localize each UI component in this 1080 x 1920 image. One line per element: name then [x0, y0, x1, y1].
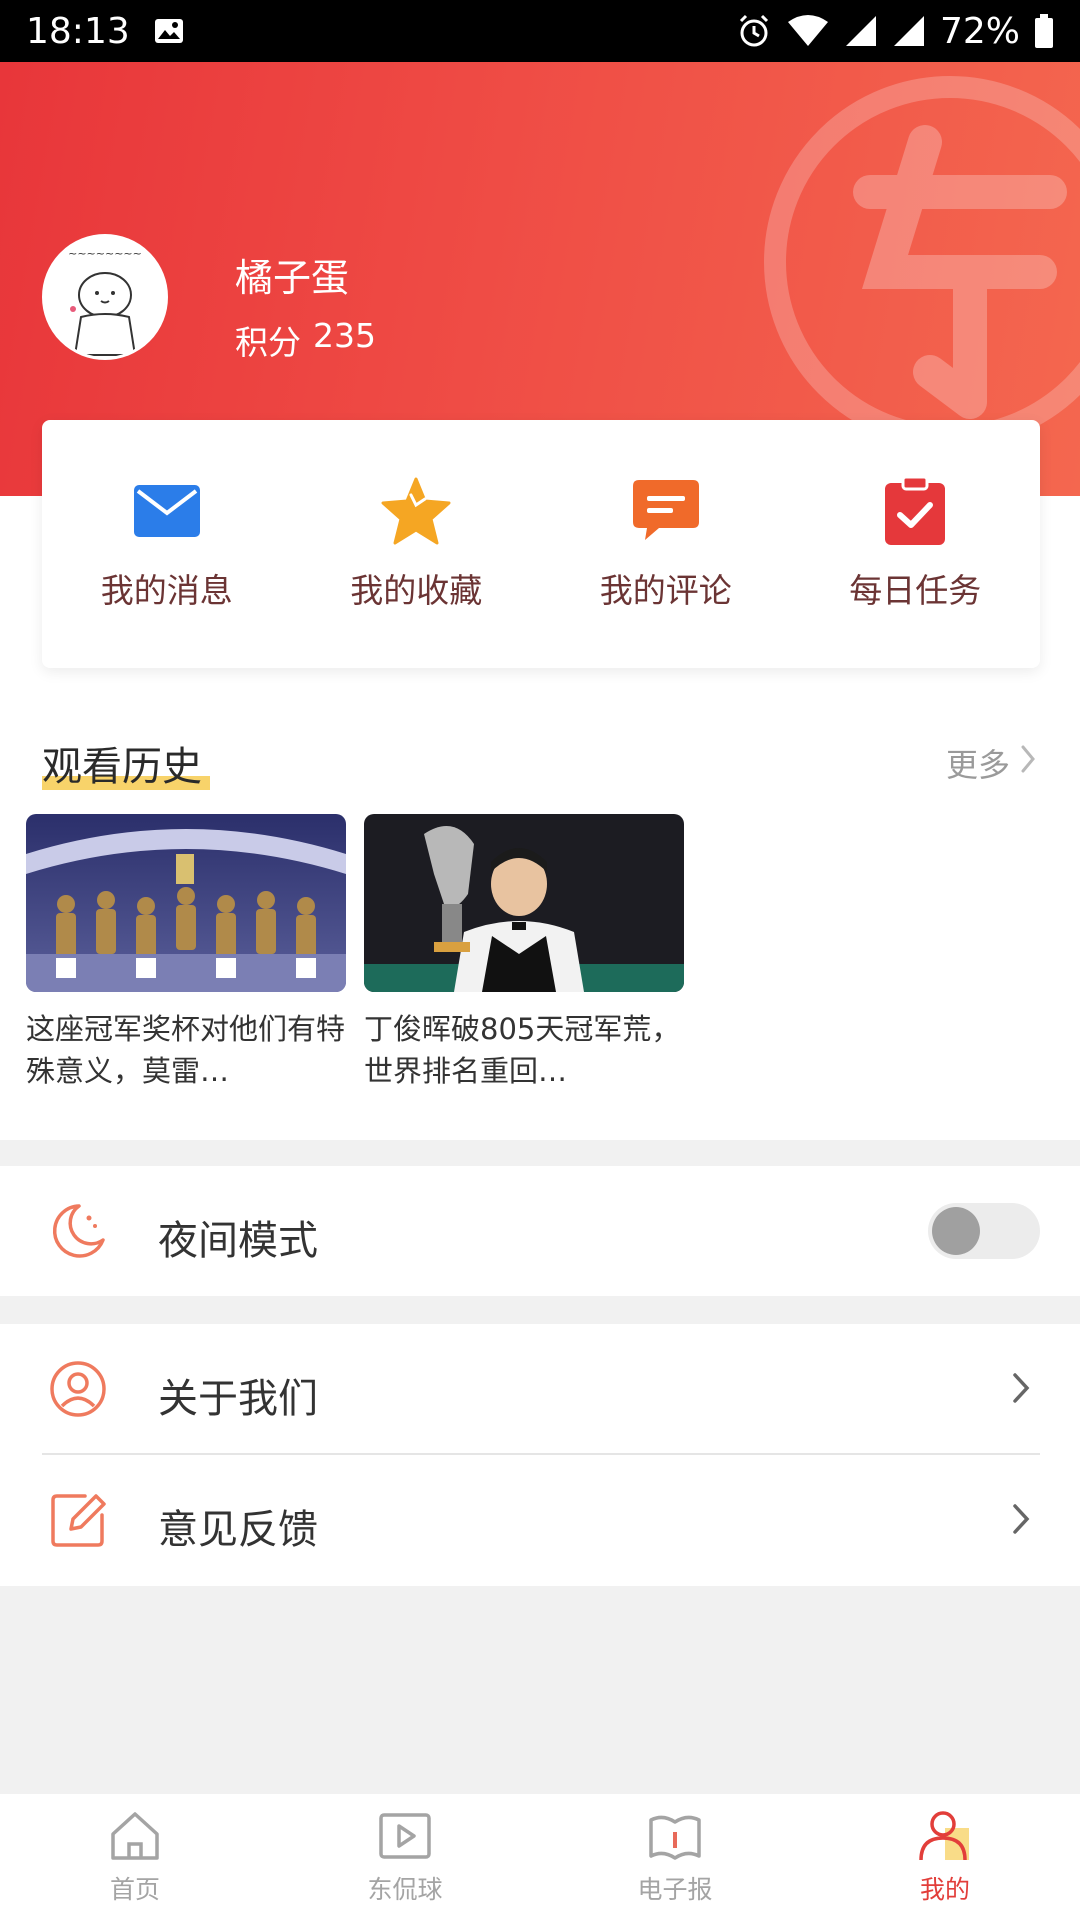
quick-action-label: 我的评论 — [599, 571, 732, 610]
image-notification-icon — [154, 18, 184, 44]
history-more-link[interactable]: 更多 — [946, 740, 1036, 786]
nav-video[interactable]: 东侃球 — [270, 1794, 540, 1920]
user-circle-icon — [48, 1359, 108, 1419]
history-thumbnail — [26, 814, 346, 992]
my-messages-button[interactable]: 我的消息 — [42, 420, 292, 668]
history-card-title: 丁俊晖破805天冠军荒，世界排名重回… — [364, 1012, 681, 1088]
feedback-row[interactable]: 意见反馈 — [0, 1455, 1080, 1585]
nav-epaper[interactable]: 电子报 — [540, 1794, 810, 1920]
my-comments-button[interactable]: 我的评论 — [541, 420, 791, 668]
history-thumbnail — [364, 814, 684, 992]
newspaper-icon — [647, 1808, 703, 1864]
points: 积分 235 — [235, 316, 376, 364]
my-favorites-button[interactable]: 我的收藏 — [292, 420, 542, 668]
nav-label: 首页 — [109, 1875, 160, 1904]
star-icon — [381, 476, 451, 546]
nav-home[interactable]: 首页 — [0, 1794, 270, 1920]
chevron-right-icon — [1012, 1372, 1030, 1408]
night-mode-row[interactable]: 夜间模式 — [0, 1166, 1080, 1296]
history-section-title: 观看历史 — [42, 734, 210, 792]
username: 橘子蛋 — [235, 256, 350, 300]
clipboard-check-icon — [880, 476, 950, 546]
battery-icon — [1034, 14, 1054, 48]
quick-action-label: 每日任务 — [849, 571, 982, 610]
chevron-right-icon — [1020, 744, 1036, 782]
status-bar: 18:13 72% — [0, 0, 1080, 62]
more-label: 更多 — [945, 746, 1010, 784]
signal-icon — [844, 14, 878, 48]
comment-icon — [631, 476, 701, 546]
history-card[interactable]: 这座冠军奖杯对他们有特殊意义，莫雷… — [26, 814, 346, 1092]
toggle-knob — [932, 1207, 980, 1255]
home-icon — [107, 1808, 163, 1864]
history-card[interactable]: 丁俊晖破805天冠军荒，世界排名重回… — [364, 814, 684, 1092]
quick-action-label: 我的收藏 — [350, 571, 483, 610]
history-card-title: 这座冠军奖杯对他们有特殊意义，莫雷… — [26, 1012, 346, 1088]
about-us-row[interactable]: 关于我们 — [0, 1324, 1080, 1454]
night-mode-label: 夜间模式 — [158, 1218, 318, 1264]
avatar[interactable]: ~~~~~~~~ — [42, 234, 168, 360]
daily-tasks-button[interactable]: 每日任务 — [791, 420, 1041, 668]
brand-watermark-icon — [764, 76, 1080, 448]
edit-icon — [48, 1490, 108, 1550]
nav-mine[interactable]: 我的 — [810, 1794, 1080, 1920]
bottom-nav: 首页 东侃球 电子报 我的 — [0, 1794, 1080, 1920]
alarm-icon — [736, 13, 772, 49]
play-video-icon — [377, 1808, 433, 1864]
quick-action-label: 我的消息 — [100, 571, 233, 610]
mail-icon — [132, 476, 202, 546]
points-label: 积分 — [235, 323, 301, 362]
quick-actions-card: 我的消息 我的收藏 我的评论 每日任务 — [42, 420, 1040, 668]
night-mode-toggle[interactable] — [928, 1203, 1040, 1259]
status-time: 18:13 — [26, 10, 130, 52]
moon-icon — [48, 1201, 108, 1261]
svg-text:~~~~~~~~: ~~~~~~~~ — [68, 247, 142, 260]
nav-label: 电子报 — [637, 1875, 713, 1904]
feedback-label: 意见反馈 — [158, 1507, 318, 1553]
nav-label: 东侃球 — [367, 1875, 443, 1904]
battery-percent: 72% — [939, 10, 1020, 52]
history-title: 观看历史 — [42, 744, 202, 790]
chevron-right-icon — [1012, 1503, 1030, 1539]
settings-group: 关于我们 意见反馈 — [0, 1324, 1080, 1586]
nav-label: 我的 — [919, 1875, 970, 1904]
points-value: 235 — [313, 316, 376, 355]
user-icon — [917, 1808, 973, 1864]
signal-icon — [892, 14, 926, 48]
about-us-label: 关于我们 — [158, 1376, 318, 1422]
wifi-icon — [786, 14, 830, 48]
